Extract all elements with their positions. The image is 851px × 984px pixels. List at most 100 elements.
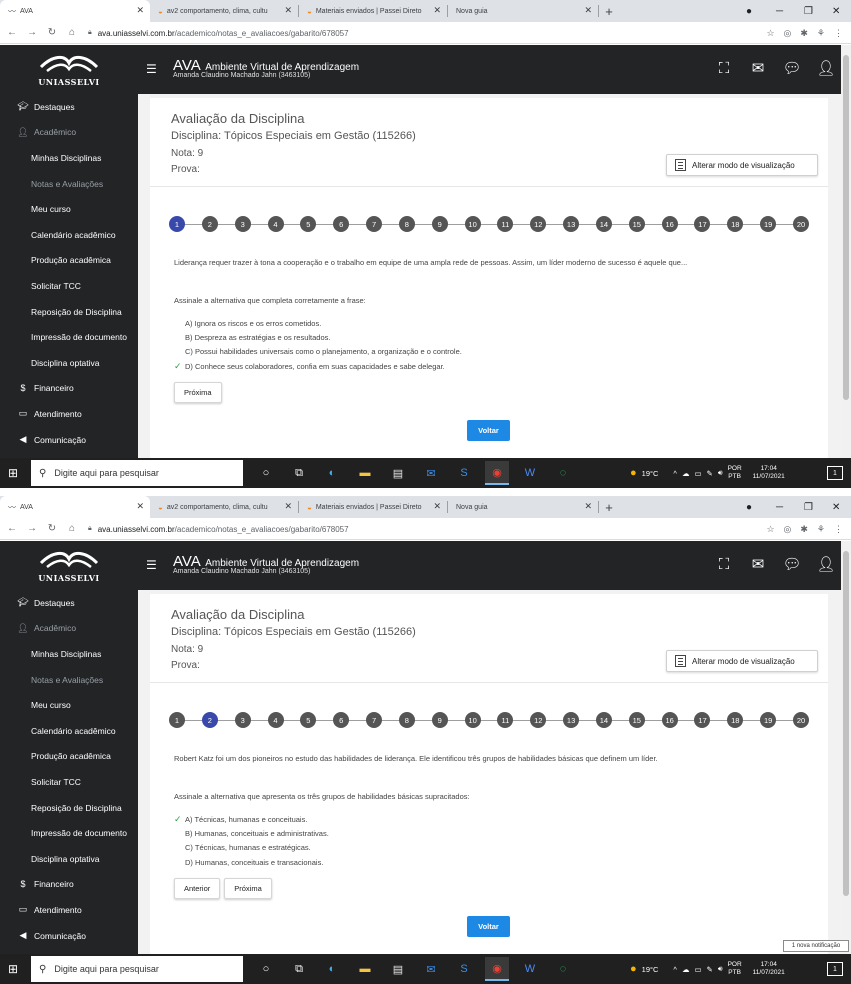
question-step[interactable]: 13	[563, 712, 580, 728]
whatsapp-icon[interactable]: ◌	[551, 461, 575, 485]
question-step[interactable]: 8	[398, 712, 415, 728]
change-view-button[interactable]: Alterar modo de visualização	[666, 650, 818, 672]
pen-icon[interactable]: ✎	[707, 469, 713, 478]
scrollbar-thumb[interactable]	[843, 55, 849, 400]
file-explorer-icon[interactable]: ▬	[353, 461, 377, 485]
question-step[interactable]: 7	[366, 216, 383, 232]
store-icon[interactable]: ▤	[386, 957, 410, 981]
sidebar-item[interactable]: Notas e Avaliações	[0, 667, 138, 693]
store-icon[interactable]: ▤	[386, 461, 410, 485]
puzzle-icon[interactable]: ✱	[800, 28, 808, 39]
browser-tab-materiais[interactable]: ◒ Materiais enviados | Passei Direto ✕	[299, 0, 447, 22]
edge-icon[interactable]: ◐	[320, 957, 344, 981]
question-step[interactable]: 7	[366, 712, 383, 728]
sidebar-item[interactable]: 🎓︎ Destaques	[0, 590, 138, 616]
notification-center-icon[interactable]: 1	[827, 466, 843, 480]
menu-dots-icon[interactable]: ⋮	[834, 524, 843, 535]
windows-start-icon[interactable]: ⊞	[8, 962, 18, 976]
minimize-icon[interactable]: ─	[776, 0, 783, 22]
browser-tab-av2[interactable]: ◒ av2 comportamento, clima, cultu ✕	[150, 496, 298, 518]
windows-start-icon[interactable]: ⊞	[8, 466, 18, 480]
sidebar-item[interactable]: Notas e Avaliações	[0, 171, 138, 197]
uniasselvi-logo[interactable]: UNIASSELVI	[0, 45, 138, 94]
sidebar-item[interactable]: Minhas Disciplinas	[0, 641, 138, 667]
question-step[interactable]: 2	[201, 712, 218, 728]
question-step[interactable]: 9	[431, 712, 448, 728]
minimize-icon[interactable]: ─	[776, 496, 783, 518]
browser-tab-nova-guia[interactable]: Nova guia ✕	[448, 0, 598, 22]
question-step[interactable]: 17	[694, 216, 711, 232]
question-step[interactable]: 3	[234, 216, 251, 232]
question-step[interactable]: 4	[267, 712, 284, 728]
chat-icon[interactable]: 💬︎	[782, 555, 801, 573]
close-icon[interactable]: ✕	[136, 501, 144, 512]
sidebar-item[interactable]: Produção acadêmica	[0, 248, 138, 274]
back-arrow-icon[interactable]: ←	[4, 523, 20, 534]
fullscreen-icon[interactable]: ⛶	[715, 59, 733, 77]
question-step[interactable]: 19	[760, 712, 777, 728]
language-indicator[interactable]: POR PTB	[728, 465, 742, 481]
new-tab-icon[interactable]: +	[599, 496, 619, 518]
word-icon[interactable]: W	[518, 461, 542, 485]
language-indicator[interactable]: POR PTB	[728, 961, 742, 977]
question-step[interactable]: 15	[628, 712, 645, 728]
uniasselvi-logo[interactable]: UNIASSELVI	[0, 541, 138, 590]
question-step[interactable]: 16	[661, 216, 678, 232]
clock[interactable]: 17:04 11/07/2021	[753, 961, 785, 977]
close-window-icon[interactable]: ✕	[832, 0, 840, 22]
forward-arrow-icon[interactable]: →	[24, 523, 40, 534]
extension-icon[interactable]: ◎	[784, 28, 792, 39]
hamburger-menu-icon[interactable]: ☰	[146, 62, 157, 76]
reload-icon[interactable]: ↻	[44, 27, 60, 38]
extension-badge-icon[interactable]: ⚘	[817, 524, 825, 535]
back-button[interactable]: Voltar	[467, 916, 510, 937]
question-step[interactable]: 1	[169, 712, 185, 728]
sidebar-item[interactable]: Disciplina optativa	[0, 350, 138, 376]
question-step[interactable]: 14	[595, 216, 612, 232]
question-step[interactable]: 18	[727, 712, 744, 728]
profile-icon[interactable]: ●	[746, 0, 752, 22]
browser-tab-materiais[interactable]: ◒ Materiais enviados | Passei Direto ✕	[299, 496, 447, 518]
cortana-icon[interactable]: ○	[254, 957, 278, 981]
skype-icon[interactable]: S	[452, 957, 476, 981]
chat-icon[interactable]: 💬︎	[782, 59, 801, 77]
sidebar-item[interactable]: Meu curso	[0, 692, 138, 718]
weather-sun-icon[interactable]: ●	[630, 963, 637, 975]
chrome-icon[interactable]: ◉	[485, 957, 509, 981]
question-step[interactable]: 3	[234, 712, 251, 728]
scrollbar-thumb[interactable]	[843, 551, 849, 896]
battery-icon[interactable]: ▭	[694, 469, 701, 478]
reload-icon[interactable]: ↻	[44, 523, 60, 534]
close-window-icon[interactable]: ✕	[832, 496, 840, 518]
question-step[interactable]: 11	[497, 216, 514, 232]
back-button[interactable]: Voltar	[467, 420, 510, 441]
sidebar-item[interactable]: $ Financeiro	[0, 872, 138, 898]
cloud-icon[interactable]: ☁	[682, 965, 690, 974]
chrome-icon[interactable]: ◉	[485, 461, 509, 485]
battery-icon[interactable]: ▭	[694, 965, 701, 974]
next-button[interactable]: Próxima	[224, 878, 272, 899]
question-step[interactable]: 14	[595, 712, 612, 728]
sidebar-item[interactable]: Impressão de documento	[0, 324, 138, 350]
restore-icon[interactable]: ❐	[804, 496, 813, 518]
close-icon[interactable]: ✕	[136, 5, 144, 16]
word-icon[interactable]: W	[518, 957, 542, 981]
question-step[interactable]: 15	[628, 216, 645, 232]
sidebar-item[interactable]: ▭ Atendimento	[0, 401, 138, 427]
sidebar-item[interactable]: Meu curso	[0, 196, 138, 222]
cloud-icon[interactable]: ☁	[682, 469, 690, 478]
question-step[interactable]: 4	[267, 216, 284, 232]
back-arrow-icon[interactable]: ←	[4, 27, 20, 38]
chevron-up-icon[interactable]: ^	[673, 469, 677, 478]
sidebar-item[interactable]: 🎓︎ Destaques	[0, 94, 138, 120]
taskbar-search-input[interactable]: ⚲ Digite aqui para pesquisar	[31, 460, 243, 486]
sidebar-item[interactable]: Produção acadêmica	[0, 744, 138, 770]
question-step[interactable]: 19	[760, 216, 777, 232]
edge-icon[interactable]: ◐	[320, 461, 344, 485]
question-step[interactable]: 11	[497, 712, 514, 728]
extension-badge-icon[interactable]: ⚘	[817, 28, 825, 39]
close-icon[interactable]: ✕	[584, 501, 592, 512]
close-icon[interactable]: ✕	[433, 5, 441, 16]
question-step[interactable]: 5	[300, 712, 317, 728]
skype-icon[interactable]: S	[452, 461, 476, 485]
